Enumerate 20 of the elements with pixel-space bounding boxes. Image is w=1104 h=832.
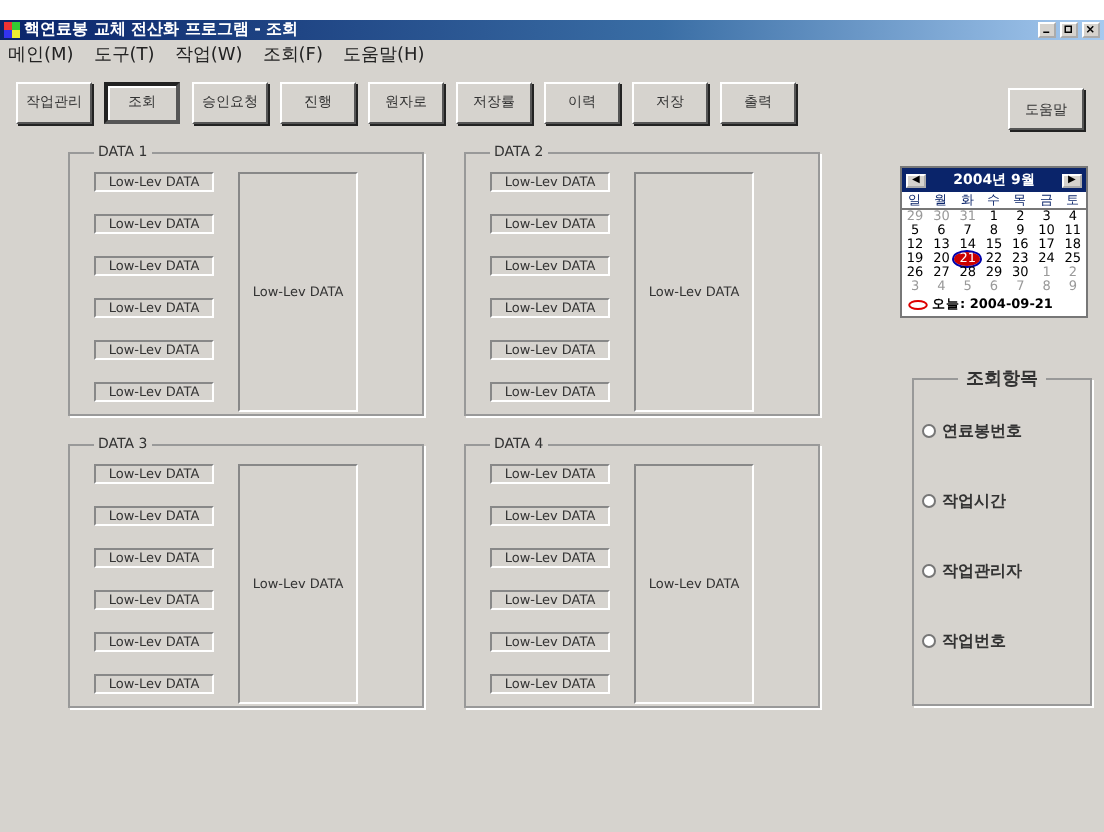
radio-option[interactable]: 연료봉번호 bbox=[922, 420, 1082, 442]
radio-button[interactable] bbox=[922, 494, 936, 508]
radio-option[interactable]: 작업관리자 bbox=[922, 560, 1082, 582]
menu-item[interactable]: 도구(T) bbox=[93, 41, 155, 67]
menu-item[interactable]: 조회(F) bbox=[262, 41, 323, 67]
radio-button[interactable] bbox=[922, 564, 936, 578]
radio-option[interactable]: 작업번호 bbox=[922, 630, 1082, 652]
today-icon bbox=[908, 300, 928, 310]
menu-item[interactable]: 도움말(H) bbox=[342, 41, 425, 67]
close-icon[interactable] bbox=[1082, 22, 1100, 38]
minimize-icon[interactable] bbox=[1038, 22, 1056, 38]
radio-button[interactable] bbox=[922, 424, 936, 438]
window-title: 핵연료봉 교체 전산화 프로그램 - 조회 bbox=[24, 20, 301, 40]
radio-option[interactable]: 작업시간 bbox=[922, 490, 1082, 512]
menu-item[interactable]: 작업(W) bbox=[174, 41, 243, 67]
menu-item[interactable]: 메인(M) bbox=[8, 41, 74, 67]
app-icon bbox=[4, 22, 20, 38]
group-title: 조회항목 bbox=[964, 368, 1040, 392]
maximize-icon[interactable] bbox=[1060, 22, 1078, 38]
radio-button[interactable] bbox=[922, 634, 936, 648]
